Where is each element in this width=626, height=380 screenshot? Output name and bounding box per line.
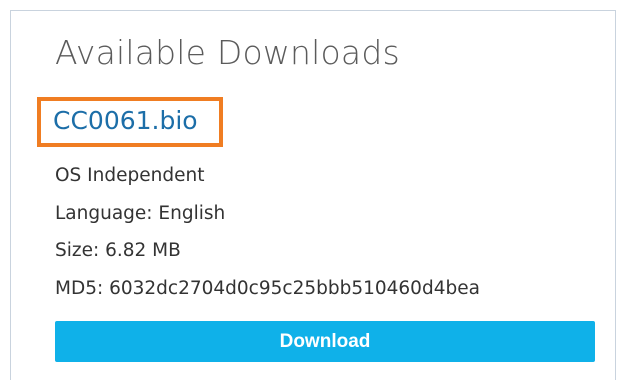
download-button[interactable]: Download	[55, 321, 595, 362]
os-info: OS Independent	[55, 165, 205, 186]
file-name-link[interactable]: CC0061.bio	[53, 106, 198, 135]
downloads-panel: Available Downloads CC0061.bio OS Indepe…	[10, 10, 616, 380]
size-info: Size: 6.82 MB	[55, 240, 181, 261]
section-title: Available Downloads	[55, 33, 400, 72]
md5-info: MD5: 6032dc2704d0c95c25bbb510460d4bea	[55, 278, 480, 299]
language-info: Language: English	[55, 203, 226, 224]
